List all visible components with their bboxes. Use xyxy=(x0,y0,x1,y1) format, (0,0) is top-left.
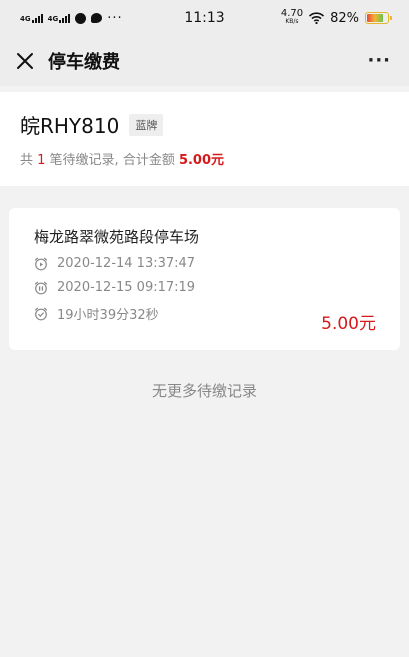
signal-bars-icon xyxy=(59,13,71,23)
entry-time: 2020-12-14 13:37:47 xyxy=(57,256,196,271)
pending-summary: 皖RHY810 蓝牌 共 1 笔待缴记录, 合计金额 5.00元 xyxy=(0,92,409,186)
battery-icon xyxy=(365,12,392,24)
summary-prefix: 共 xyxy=(20,153,38,168)
signal-bars-icon xyxy=(31,13,43,23)
close-button[interactable] xyxy=(14,50,36,72)
alarm-clock-icon xyxy=(34,257,48,271)
entry-time-row: 2020-12-14 13:37:47 xyxy=(34,256,376,271)
nav-bar: 停车缴费 ··· xyxy=(0,36,409,86)
summary-middle: 笔待缴记录, 合计金额 xyxy=(45,153,179,168)
more-menu-button[interactable]: ··· xyxy=(367,50,391,71)
plate-row: 皖RHY810 蓝牌 xyxy=(20,110,389,139)
status-bar: 4G 4G ··· 11:13 4.70 KB/s 82% xyxy=(0,0,409,36)
parking-lot-name: 梅龙路翠微苑路段停车场 xyxy=(34,228,200,246)
more-notifications: ··· xyxy=(107,10,123,26)
pending-summary-text: 共 1 笔待缴记录, 合计金额 5.00元 xyxy=(20,149,389,168)
status-left: 4G 4G ··· xyxy=(20,11,123,26)
speed-value: 4.70 xyxy=(280,8,304,19)
network-type-1: 4G xyxy=(20,14,31,23)
signal-1: 4G xyxy=(20,13,43,23)
total-amount: 5.00元 xyxy=(178,153,225,168)
exit-time: 2020-12-15 09:17:19 xyxy=(57,280,196,295)
app-notification-icon xyxy=(75,12,87,24)
speed-unit: KB/s xyxy=(285,18,299,25)
network-speed: 4.70 KB/s xyxy=(280,8,304,26)
battery-percent: 82% xyxy=(330,10,359,26)
pause-clock-icon xyxy=(34,281,48,295)
signal-2: 4G xyxy=(47,13,71,23)
no-more-records-text: 无更多待缴记录 xyxy=(151,382,257,400)
network-type-2: 4G xyxy=(47,14,59,23)
license-plate: 皖RHY810 xyxy=(20,114,120,138)
page-title: 停车缴费 xyxy=(48,52,120,73)
battery-fill xyxy=(367,14,384,22)
plate-color-badge: 蓝牌 xyxy=(129,113,164,136)
parking-record-card[interactable]: 梅龙路翠微苑路段停车场 2020-12-14 13:37:47 2020-12-… xyxy=(9,208,400,350)
exit-time-row: 2020-12-15 09:17:19 xyxy=(34,280,376,295)
message-icon xyxy=(91,13,103,23)
parking-duration: 19小时39分32秒 xyxy=(57,308,159,323)
wifi-icon xyxy=(309,12,325,24)
record-fee: 5.00元 xyxy=(321,314,376,334)
status-right: 4.70 KB/s 82% xyxy=(280,8,392,26)
close-icon xyxy=(17,53,33,69)
check-clock-icon xyxy=(34,307,48,321)
